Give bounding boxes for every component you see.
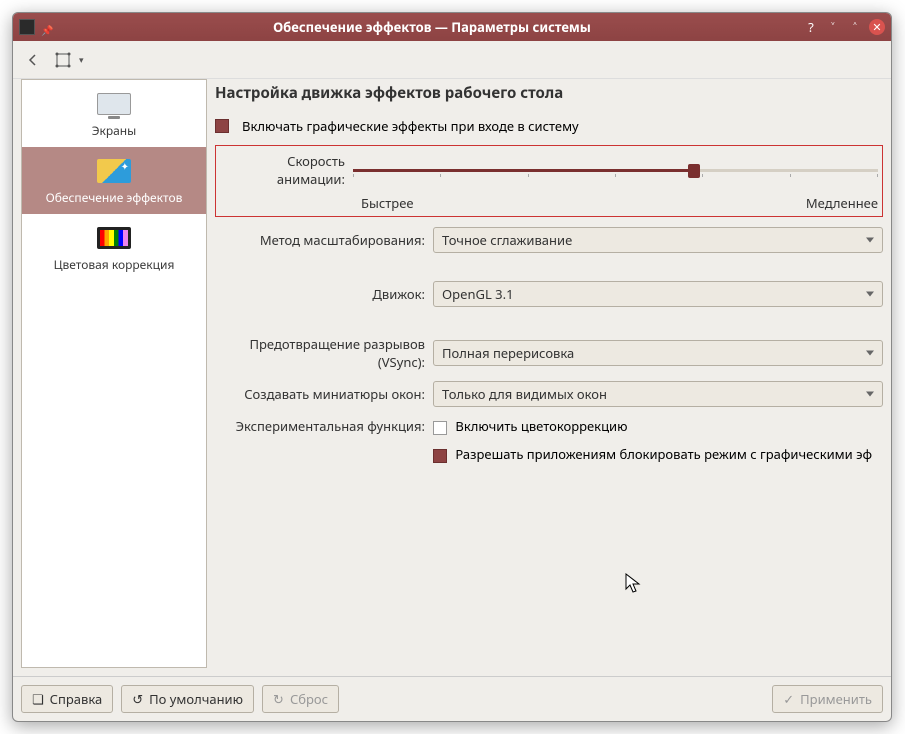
engine-combo[interactable]: OpenGL 3.1 [433, 281, 883, 307]
settings-window: Обеспечение эффектов — Параметры системы… [12, 12, 892, 722]
speed-slow-label: Медленнее [806, 194, 878, 212]
help-button[interactable]: ❏ Справка [21, 685, 113, 713]
window-title: Обеспечение эффектов — Параметры системы [61, 18, 803, 36]
minimize-icon[interactable]: ˅ [825, 19, 841, 35]
bottom-bar: ❏ Справка ↺ По умолчанию ↻ Сброс ✓ Приме… [13, 676, 891, 721]
close-icon[interactable]: ✕ [869, 19, 885, 35]
allow-block-checkbox[interactable] [433, 449, 447, 463]
reset-icon: ↻ [273, 690, 284, 708]
reset-button[interactable]: ↻ Сброс [262, 685, 339, 713]
effects-icon [97, 159, 131, 183]
pin-icon[interactable] [41, 20, 55, 34]
check-icon: ✓ [783, 690, 794, 708]
sidebar-item-color[interactable]: Цветовая коррекция [22, 214, 206, 281]
thumbs-label: Создавать миниатюры окон: [215, 385, 425, 403]
back-button[interactable] [21, 48, 45, 72]
app-icon [19, 19, 35, 35]
toolbar: ▾ [13, 41, 891, 79]
sidebar-item-label: Обеспечение эффектов [46, 189, 183, 206]
sidebar-item-screens[interactable]: Экраны [22, 80, 206, 147]
apply-button[interactable]: ✓ Применить [772, 685, 883, 713]
thumbs-combo[interactable]: Только для видимых окон [433, 381, 883, 407]
speed-label: Скорость анимации: [220, 152, 345, 188]
vsync-combo[interactable]: Полная перерисовка [433, 340, 883, 366]
scaling-combo[interactable]: Точное сглаживание [433, 227, 883, 253]
color-correction-checkbox[interactable] [433, 421, 447, 435]
titlebar: Обеспечение эффектов — Параметры системы… [13, 13, 891, 41]
enable-effects-label: Включать графические эффекты при входе в… [242, 117, 579, 135]
sidebar-item-effects[interactable]: Обеспечение эффектов [22, 147, 206, 214]
help-book-icon: ❏ [32, 690, 44, 708]
defaults-icon: ↺ [132, 690, 143, 708]
color-correction-icon [97, 227, 131, 249]
category-icon[interactable] [51, 48, 75, 72]
engine-label: Движок: [215, 285, 425, 303]
monitor-icon [97, 93, 131, 115]
speed-highlight: Скорость анимации: Быстрее М [215, 145, 883, 217]
enable-effects-checkbox[interactable] [215, 119, 229, 133]
vsync-label: Предотвращение разрывов (VSync): [215, 335, 425, 371]
color-correction-label: Включить цветокоррекцию [455, 417, 627, 435]
defaults-button[interactable]: ↺ По умолчанию [121, 685, 254, 713]
animation-speed-slider[interactable] [353, 162, 878, 178]
sidebar: Экраны Обеспечение эффектов Цветовая кор… [21, 79, 207, 668]
speed-fast-label: Быстрее [361, 194, 414, 212]
scaling-label: Метод масштабирования: [215, 231, 425, 249]
help-icon[interactable]: ? [803, 19, 819, 35]
maximize-icon[interactable]: ˄ [847, 19, 863, 35]
experimental-label: Экспериментальная функция: [215, 417, 425, 435]
sidebar-item-label: Цветовая коррекция [54, 256, 175, 273]
allow-block-label: Разрешать приложениям блокировать режим … [455, 445, 872, 463]
page-title: Настройка движка эффектов рабочего стола [215, 83, 883, 103]
chevron-down-icon[interactable]: ▾ [79, 53, 84, 66]
main-panel: Настройка движка эффектов рабочего стола… [215, 79, 883, 668]
sidebar-item-label: Экраны [92, 122, 137, 139]
